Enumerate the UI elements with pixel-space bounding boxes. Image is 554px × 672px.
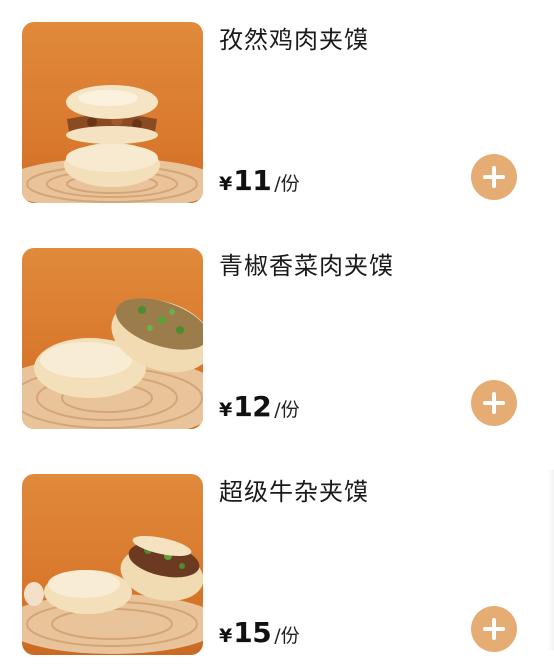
item-name: 孜然鸡肉夹馍	[219, 26, 369, 54]
price-unit: /份	[274, 173, 300, 195]
currency-symbol: ¥	[219, 625, 233, 647]
add-to-cart-button[interactable]	[471, 154, 517, 200]
price-unit: /份	[274, 625, 300, 647]
price-value: 15	[233, 616, 272, 649]
list-item[interactable]: 超级牛杂夹馍 ¥ 15 /份	[0, 474, 554, 664]
price-unit: /份	[274, 399, 300, 421]
currency-symbol: ¥	[219, 399, 233, 421]
chicken-roujiamo-photo[interactable]	[22, 22, 203, 203]
item-name: 超级牛杂夹馍	[219, 478, 369, 506]
list-item[interactable]: 孜然鸡肉夹馍 ¥ 11 /份	[0, 22, 554, 212]
price-value: 12	[233, 390, 272, 423]
pepper-cilantro-roujiamo-photo[interactable]	[22, 248, 203, 429]
menu-list: 孜然鸡肉夹馍 ¥ 11 /份 青椒香菜肉夹馍 ¥ 12 /份 超级牛杂夹馍 ¥ …	[0, 0, 554, 672]
item-name: 青椒香菜肉夹馍	[219, 252, 394, 280]
food-image	[22, 474, 203, 655]
food-image	[22, 248, 203, 429]
food-image	[22, 22, 203, 203]
add-to-cart-button[interactable]	[471, 606, 517, 652]
add-to-cart-button[interactable]	[471, 380, 517, 426]
beef-offal-roujiamo-photo[interactable]	[22, 474, 203, 655]
price: ¥ 15 /份	[219, 616, 300, 652]
price: ¥ 12 /份	[219, 390, 300, 426]
list-item[interactable]: 青椒香菜肉夹馍 ¥ 12 /份	[0, 248, 554, 438]
price: ¥ 11 /份	[219, 164, 300, 200]
price-value: 11	[233, 164, 272, 197]
scroll-edge-shadow	[548, 470, 554, 650]
currency-symbol: ¥	[219, 173, 233, 195]
